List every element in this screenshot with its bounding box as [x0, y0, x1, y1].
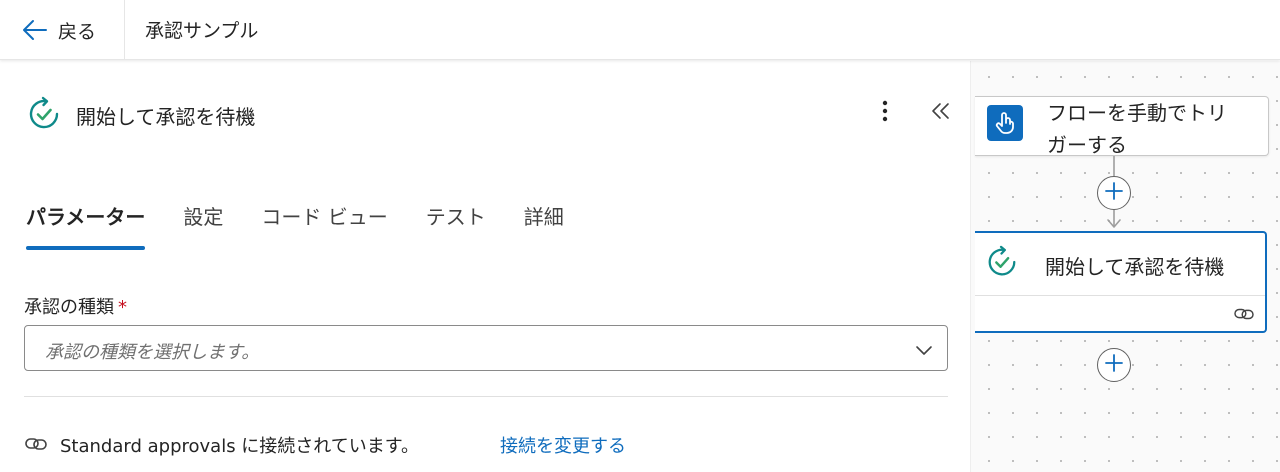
- chevron-down-icon: [915, 341, 933, 360]
- divider: [124, 0, 125, 60]
- divider: [24, 396, 948, 397]
- approval-type-label-text: 承認の種類: [24, 297, 114, 318]
- trigger-node[interactable]: フローを手動でトリ ガーする: [975, 96, 1269, 157]
- top-bar: 戻る 承認サンプル: [0, 0, 1280, 60]
- link-icon: [24, 434, 48, 458]
- flow-title: 承認サンプル: [145, 20, 259, 42]
- back-button[interactable]: 戻る: [22, 15, 96, 45]
- plus-circle-icon: [1104, 353, 1124, 377]
- divider: [975, 295, 1265, 296]
- approval-icon: [26, 96, 62, 132]
- double-chevron-left-icon: [931, 102, 951, 124]
- tab-settings[interactable]: 設定: [183, 201, 223, 241]
- approval-type-placeholder: 承認の種類を選択します。: [45, 342, 260, 363]
- add-action-button[interactable]: [1097, 348, 1131, 382]
- approval-node[interactable]: 開始して承認を待機: [975, 231, 1267, 333]
- approval-icon: [985, 245, 1019, 279]
- more-vertical-icon: [882, 100, 888, 126]
- connection-status-text: Standard approvals に接続されています。: [60, 436, 419, 457]
- tab-list: パラメーター 設定 コード ビュー テスト 詳細: [26, 201, 602, 251]
- required-mark: *: [118, 297, 127, 318]
- change-connection-link[interactable]: 接続を変更する: [500, 432, 626, 458]
- plus-circle-icon: [1104, 181, 1124, 205]
- tab-test[interactable]: テスト: [426, 201, 486, 241]
- arrow-left-icon: [22, 19, 48, 41]
- action-details-panel: 開始して承認を待機 パラメーター 設定 コード ビュー テスト 詳細 承認の種類…: [0, 61, 970, 472]
- back-label: 戻る: [58, 20, 97, 43]
- tab-code-view[interactable]: コード ビュー: [261, 201, 387, 241]
- trigger-node-label-line1: フローを手動でトリ: [1047, 101, 1227, 125]
- flow-canvas[interactable]: フローを手動でトリ ガーする 開始して承認を待機: [970, 61, 1280, 472]
- approval-type-label: 承認の種類 *: [24, 293, 127, 319]
- panel-title: 開始して承認を待機: [76, 105, 256, 129]
- trigger-node-label: フローを手動でトリ ガーする: [1047, 97, 1259, 161]
- approval-type-dropdown[interactable]: 承認の種類を選択します。: [24, 325, 948, 371]
- collapse-panel-button[interactable]: [926, 99, 956, 127]
- more-options-button[interactable]: [872, 99, 898, 127]
- approval-node-label: 開始して承認を待機: [1045, 255, 1225, 279]
- add-action-button[interactable]: [1097, 176, 1131, 210]
- hand-touch-icon: [987, 105, 1023, 141]
- tab-parameters[interactable]: パラメーター: [26, 201, 146, 250]
- tab-details[interactable]: 詳細: [524, 201, 564, 241]
- link-icon: [1233, 305, 1255, 327]
